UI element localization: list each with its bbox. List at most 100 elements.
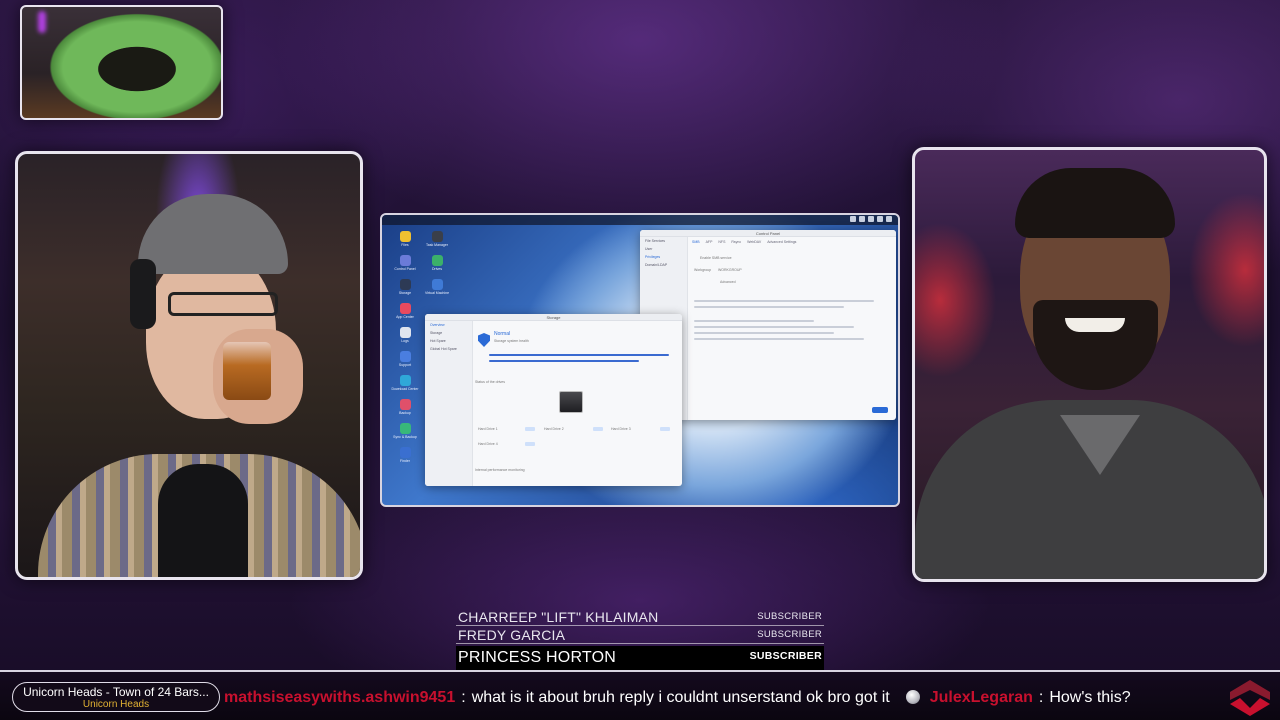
screen-share: Files Task Manager Control Panel Drives … — [380, 213, 900, 507]
chat-messages: mathsiseasywiths.ashwin9451: what is it a… — [224, 689, 1131, 707]
control-panel-icon — [399, 255, 411, 266]
desktop-icon-download-center[interactable]: Download Center — [390, 375, 420, 391]
storage-sidebar: Overview Storage Hot Spare Global Hot Sp… — [425, 321, 473, 486]
desktop-top-bar — [382, 215, 898, 225]
desktop-icon-backup[interactable]: Backup — [390, 399, 420, 415]
tab-smb[interactable]: SMB — [692, 240, 700, 244]
tray-icon[interactable] — [859, 216, 865, 222]
sidebar-item-global-hot-spare[interactable]: Global Hot Spare — [425, 345, 472, 353]
host-left-headset — [130, 259, 156, 329]
subscriber-row-latest: PRINCESS HORTON SUBSCRIBER — [456, 646, 824, 670]
drive-label[interactable]: Hard Drive 1 — [478, 427, 498, 431]
tab-afp[interactable]: AFP — [706, 240, 713, 244]
tray-icon[interactable] — [868, 216, 874, 222]
nas-device-image — [559, 391, 583, 413]
tab-nfs[interactable]: NFS — [718, 240, 725, 244]
folder-icon — [399, 231, 411, 242]
host-left-cap — [138, 194, 288, 274]
performance-title: Internal performance monitoring — [475, 468, 525, 472]
storage-status-sub: Storage system health — [494, 339, 529, 343]
advanced-link[interactable]: Advanced — [720, 280, 736, 284]
desktop-icon-drives[interactable]: Drives — [422, 255, 452, 271]
chat-username: mathsiseasywiths.ashwin9451 — [224, 689, 456, 706]
desktop-icon-task-manager[interactable]: Task Manager — [422, 231, 452, 247]
sidebar-item[interactable]: Domain/LDAP — [640, 261, 687, 269]
webcam-host-left — [15, 151, 363, 580]
tray-icon[interactable] — [886, 216, 892, 222]
system-tray — [850, 216, 892, 222]
webcam-small — [20, 5, 223, 120]
guest-beard — [1033, 300, 1158, 390]
drive-status-tag — [593, 427, 603, 431]
apply-button[interactable] — [872, 407, 888, 413]
desktop-icon-support[interactable]: Support — [390, 351, 420, 367]
tray-icon[interactable] — [877, 216, 883, 222]
notice-line[interactable] — [489, 354, 669, 356]
desktop-icon-files[interactable]: Files — [390, 231, 420, 247]
purple-light — [38, 11, 46, 33]
now-playing-pill: Unicorn Heads - Town of 24 Bars... Unico… — [12, 682, 220, 712]
now-playing-track: Unicorn Heads - Town of 24 Bars... — [23, 685, 209, 699]
drive-label[interactable]: Hard Drive 2 — [544, 427, 564, 431]
logs-icon — [399, 327, 411, 338]
desktop-icon-virtual-machine[interactable]: Virtual Machine — [422, 279, 452, 295]
control-panel-titlebar[interactable]: Control Panel — [640, 230, 896, 237]
desktop-icon-storage[interactable]: Storage — [390, 279, 420, 295]
subscriber-tag: SUBSCRIBER — [757, 611, 822, 622]
sidebar-item-overview[interactable]: Overview — [425, 321, 472, 329]
sidebar-item[interactable]: User — [640, 245, 687, 253]
tray-icon[interactable] — [850, 216, 856, 222]
sidebar-item-hot-spare[interactable]: Hot Spare — [425, 337, 472, 345]
storage-status: Normal — [494, 331, 511, 337]
host-left-glasses — [168, 292, 278, 316]
finder-icon — [399, 447, 411, 458]
webcam-guest-right — [912, 147, 1267, 582]
sidebar-item[interactable]: File Services — [640, 237, 687, 245]
now-playing-artist: Unicorn Heads — [82, 699, 150, 710]
recent-subscribers: CHARREEP "LIFT" KHLAIMAN SUBSCRIBER FRED… — [456, 608, 824, 670]
chat-message: what is it about bruh reply i couldnt un… — [471, 689, 890, 706]
desktop-icon-logs[interactable]: Logs — [390, 327, 420, 343]
text-line — [694, 306, 844, 308]
subscriber-row: CHARREEP "LIFT" KHLAIMAN SUBSCRIBER — [456, 608, 824, 626]
download-icon — [399, 375, 411, 386]
subscriber-tag: SUBSCRIBER — [749, 650, 822, 662]
workgroup-label: Workgroup — [694, 268, 712, 272]
drives-section-title: Status of the drives — [475, 380, 505, 384]
sidebar-item[interactable]: Privileges — [640, 253, 687, 261]
divider — [456, 643, 824, 644]
control-panel-tabs: SMB AFP NFS Rsync WebDAV Advanced Settin… — [692, 240, 796, 244]
desktop-icon-app-center[interactable]: App Center — [390, 303, 420, 319]
chat-ticker: Unicorn Heads - Town of 24 Bars... Unico… — [0, 670, 1280, 720]
chat-message: How's this? — [1049, 689, 1131, 706]
chevron-logo-icon — [1230, 680, 1270, 716]
task-manager-icon — [431, 231, 443, 242]
subscriber-name: FREDY GARCIA — [458, 627, 566, 643]
storage-titlebar[interactable]: Storage — [425, 314, 682, 321]
host-left-tshirt — [158, 464, 248, 577]
workgroup-field[interactable]: WORKGROUP — [718, 268, 742, 272]
text-line — [694, 320, 814, 322]
tab-rsync[interactable]: Rsync — [731, 240, 741, 244]
storage-window: Storage Overview Storage Hot Spare Globa… — [425, 314, 682, 486]
chat-username: JulexLegaran — [929, 689, 1033, 706]
sidebar-item-storage[interactable]: Storage — [425, 329, 472, 337]
chat-separator: : — [1038, 689, 1044, 706]
smb-enable-label[interactable]: Enable SMB service — [700, 256, 732, 260]
subscriber-row: FREDY GARCIA SUBSCRIBER — [456, 626, 824, 644]
notice-line[interactable] — [489, 360, 639, 362]
desktop-icon-control-panel[interactable]: Control Panel — [390, 255, 420, 271]
shield-icon — [478, 333, 490, 347]
drive-label[interactable]: Hard Drive 4 — [478, 442, 498, 446]
drive-label[interactable]: Hard Drive 3 — [611, 427, 631, 431]
desktop-icon-finder[interactable]: Finder — [390, 447, 420, 463]
tab-webdav[interactable]: WebDAV — [747, 240, 761, 244]
help-icon — [399, 351, 411, 362]
text-line — [694, 338, 864, 340]
backup-icon — [399, 399, 411, 410]
tab-advanced[interactable]: Advanced Settings — [767, 240, 796, 244]
guest-hair — [1015, 168, 1175, 238]
chat-separator: : — [461, 689, 466, 706]
drive-icon — [431, 255, 443, 266]
desktop-icon-sync-backup[interactable]: Sync & Backup — [390, 423, 420, 439]
